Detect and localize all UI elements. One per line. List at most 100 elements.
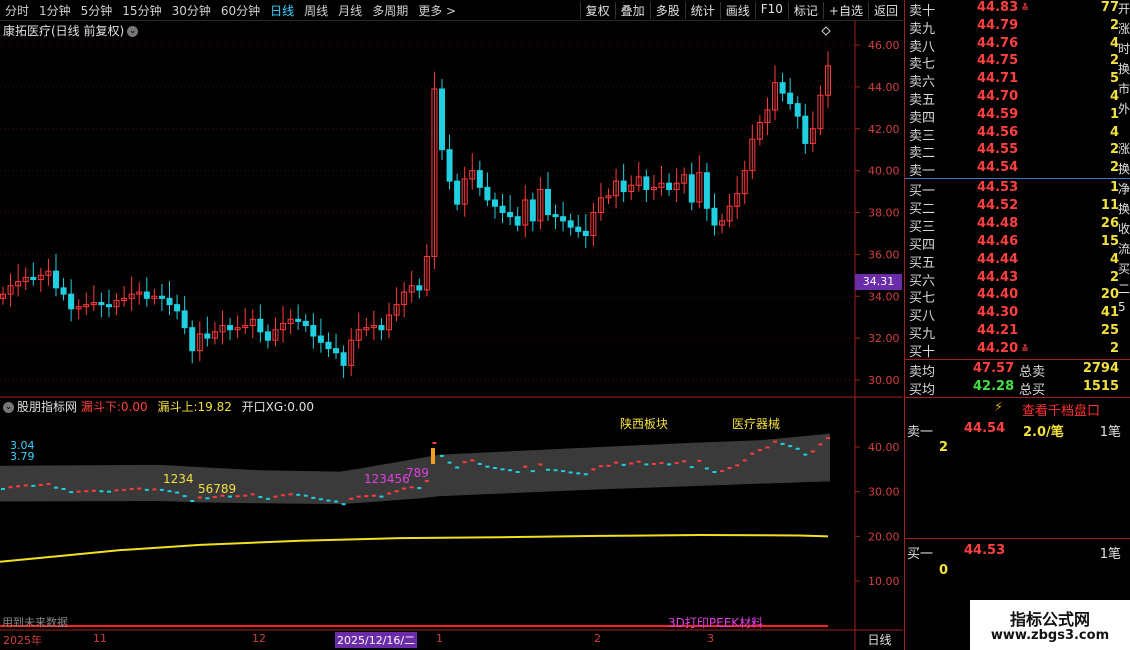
bid-price: 44.43 <box>977 269 1019 285</box>
chevron-down-icon[interactable]: ⌄ <box>127 26 139 37</box>
indicator-dot <box>265 497 270 500</box>
bid-row[interactable]: 买七 44.40 20 <box>909 287 1125 307</box>
candle-body <box>802 115 809 144</box>
cut-char: 二 <box>1118 282 1130 296</box>
ask-row[interactable]: 卖三 44.56 4 <box>909 124 1125 144</box>
toolbar-button-4[interactable]: 画线 <box>719 1 755 19</box>
indicator-dot <box>508 469 513 472</box>
indicator-dot <box>212 496 217 499</box>
view-deep-orderbook-button[interactable]: 查看千档盘口 <box>1022 400 1100 419</box>
toolbar-button-8[interactable]: 返回 <box>867 1 903 19</box>
ask-row[interactable]: 卖八 44.76 4 <box>909 36 1125 55</box>
indicator-dot <box>773 440 778 443</box>
toolbar-button-6[interactable]: 标记 <box>787 1 823 19</box>
period-indicator[interactable]: 日线 <box>856 631 903 650</box>
bid-row[interactable]: 买八 44.30 41 <box>909 305 1125 324</box>
toolbar-button-3[interactable]: 统计 <box>684 1 720 19</box>
ask-row[interactable]: 卖七 44.75 2 <box>909 53 1125 72</box>
period-tab-2[interactable]: 5分钟 <box>76 2 118 19</box>
bid-row[interactable]: 买六 44.43 2 <box>909 269 1125 289</box>
date-axis: 2025年 11 12 2025/12/16/二 1 2 3 <box>0 631 855 650</box>
indicator-dot <box>651 462 656 465</box>
period-tab-0[interactable]: 分时 <box>0 2 34 19</box>
indicator-dot <box>159 488 164 491</box>
sell1-label: 卖一 <box>907 425 934 440</box>
indicator-dot <box>371 494 376 497</box>
sell1-detail-row: 卖一 44.54 2.0/笔 1笔 <box>907 421 1125 440</box>
period-tab-3[interactable]: 15分钟 <box>117 2 166 19</box>
candle-body <box>507 212 514 218</box>
candle-body <box>317 335 324 343</box>
indicator-title[interactable]: ⌄ 股朋指标网 漏斗下:0.00 漏斗上:19.82 开口XG:0.00 <box>3 398 314 415</box>
stock-title[interactable]: 康拓医疗(日线 前复权) ⌄ <box>3 22 139 39</box>
indicator-dot <box>303 494 308 497</box>
bid-volume: 11 <box>1100 197 1119 213</box>
ask-row[interactable]: 卖四 44.59 1 <box>909 107 1125 126</box>
bid-level-label: 买五 <box>909 255 936 271</box>
total-buy-value: 1515 <box>1082 379 1119 394</box>
bid-level-label: 买七 <box>909 291 936 307</box>
date-label-nov: 11 <box>93 632 107 645</box>
indicator-name: 股朋指标网 <box>17 400 78 414</box>
candle-body <box>295 318 302 322</box>
ask-row[interactable]: 卖五 44.70 4 <box>909 89 1125 108</box>
kline-chart[interactable]: 46.00 44.00 42.00 40.00 38.00 36.00 34.00 32.00… <box>0 21 903 650</box>
bid-row[interactable]: 买三 44.48 26 <box>909 216 1125 235</box>
candle-body <box>787 92 794 105</box>
period-tab-5[interactable]: 60分钟 <box>216 2 265 19</box>
cut-char <box>1118 120 1130 140</box>
period-tab-9[interactable]: 多周期 <box>367 2 413 19</box>
period-tab-1[interactable]: 1分钟 <box>34 2 76 19</box>
toolbar-button-0[interactable]: 复权 <box>579 1 615 19</box>
indicator-dot <box>492 466 497 469</box>
candle-body <box>325 341 332 350</box>
signal-bar <box>431 448 435 464</box>
period-tab-7[interactable]: 周线 <box>299 2 333 19</box>
ask-row[interactable]: 卖一 44.54 2 <box>909 160 1125 179</box>
ask-row[interactable]: 卖九 44.79 2 <box>909 18 1125 37</box>
chevron-down-icon[interactable]: ⌄ <box>3 402 14 413</box>
ask-row[interactable]: 卖六 44.71 5 <box>909 71 1125 90</box>
ask-row[interactable]: 卖十 44.83 ≛ 77 <box>909 0 1125 19</box>
indicator-dot <box>432 441 437 444</box>
candle-body <box>779 82 786 94</box>
indicator-dot <box>568 471 573 474</box>
bid-level-label: 买四 <box>909 237 936 253</box>
sell1-queue-value: 2 <box>939 440 949 455</box>
ask-level-label: 卖八 <box>909 39 936 55</box>
period-tab-6[interactable]: 日线 <box>265 2 299 19</box>
bid-row[interactable]: 买四 44.46 15 <box>909 234 1125 253</box>
candle-body <box>416 285 423 291</box>
toolbar-button-1[interactable]: 叠加 <box>614 1 650 19</box>
ask-row[interactable]: 卖二 44.55 2 <box>909 142 1125 161</box>
bid-row[interactable]: 买一 44.53 1 <box>909 180 1125 199</box>
industry-label: 医疗器械 <box>732 416 780 431</box>
period-tab-4[interactable]: 30分钟 <box>167 2 216 19</box>
candle-body <box>68 293 75 310</box>
ask-price: 44.56 <box>977 124 1019 140</box>
indicator-dot <box>576 472 581 475</box>
candle-body <box>60 287 67 295</box>
bid-row[interactable]: 买二 44.52 11 <box>909 197 1125 217</box>
ask-level-label: 卖五 <box>909 93 936 108</box>
toolbar-button-5[interactable]: F10 <box>754 1 788 19</box>
candle-body <box>264 331 271 341</box>
bid-row[interactable]: 买九 44.21 25 <box>909 323 1125 343</box>
indicator-dot <box>477 462 482 465</box>
bid-level-label: 买九 <box>909 327 936 343</box>
cut-char: 时 <box>1118 42 1130 56</box>
bid-row[interactable]: 买十 44.20 ≛ 2 <box>909 341 1125 360</box>
y-tick-label-0: 46.00 <box>868 39 900 52</box>
period-tab-8[interactable]: 月线 <box>333 2 367 19</box>
candle-body <box>529 199 536 222</box>
period-tab-10[interactable]: 更多 > <box>413 2 461 19</box>
total-sell-label: 总卖 <box>1019 365 1046 380</box>
date-label-cursor: 2025/12/16/二 <box>335 632 418 648</box>
toolbar-button-2[interactable]: 多股 <box>649 1 685 19</box>
indicator-dot <box>167 490 172 493</box>
indicator-dot <box>727 466 732 469</box>
bid-row[interactable]: 买五 44.44 4 <box>909 252 1125 271</box>
candle-body <box>302 320 309 327</box>
toolbar-button-7[interactable]: +自选 <box>822 1 868 19</box>
ask-price: 44.70 <box>977 89 1019 104</box>
